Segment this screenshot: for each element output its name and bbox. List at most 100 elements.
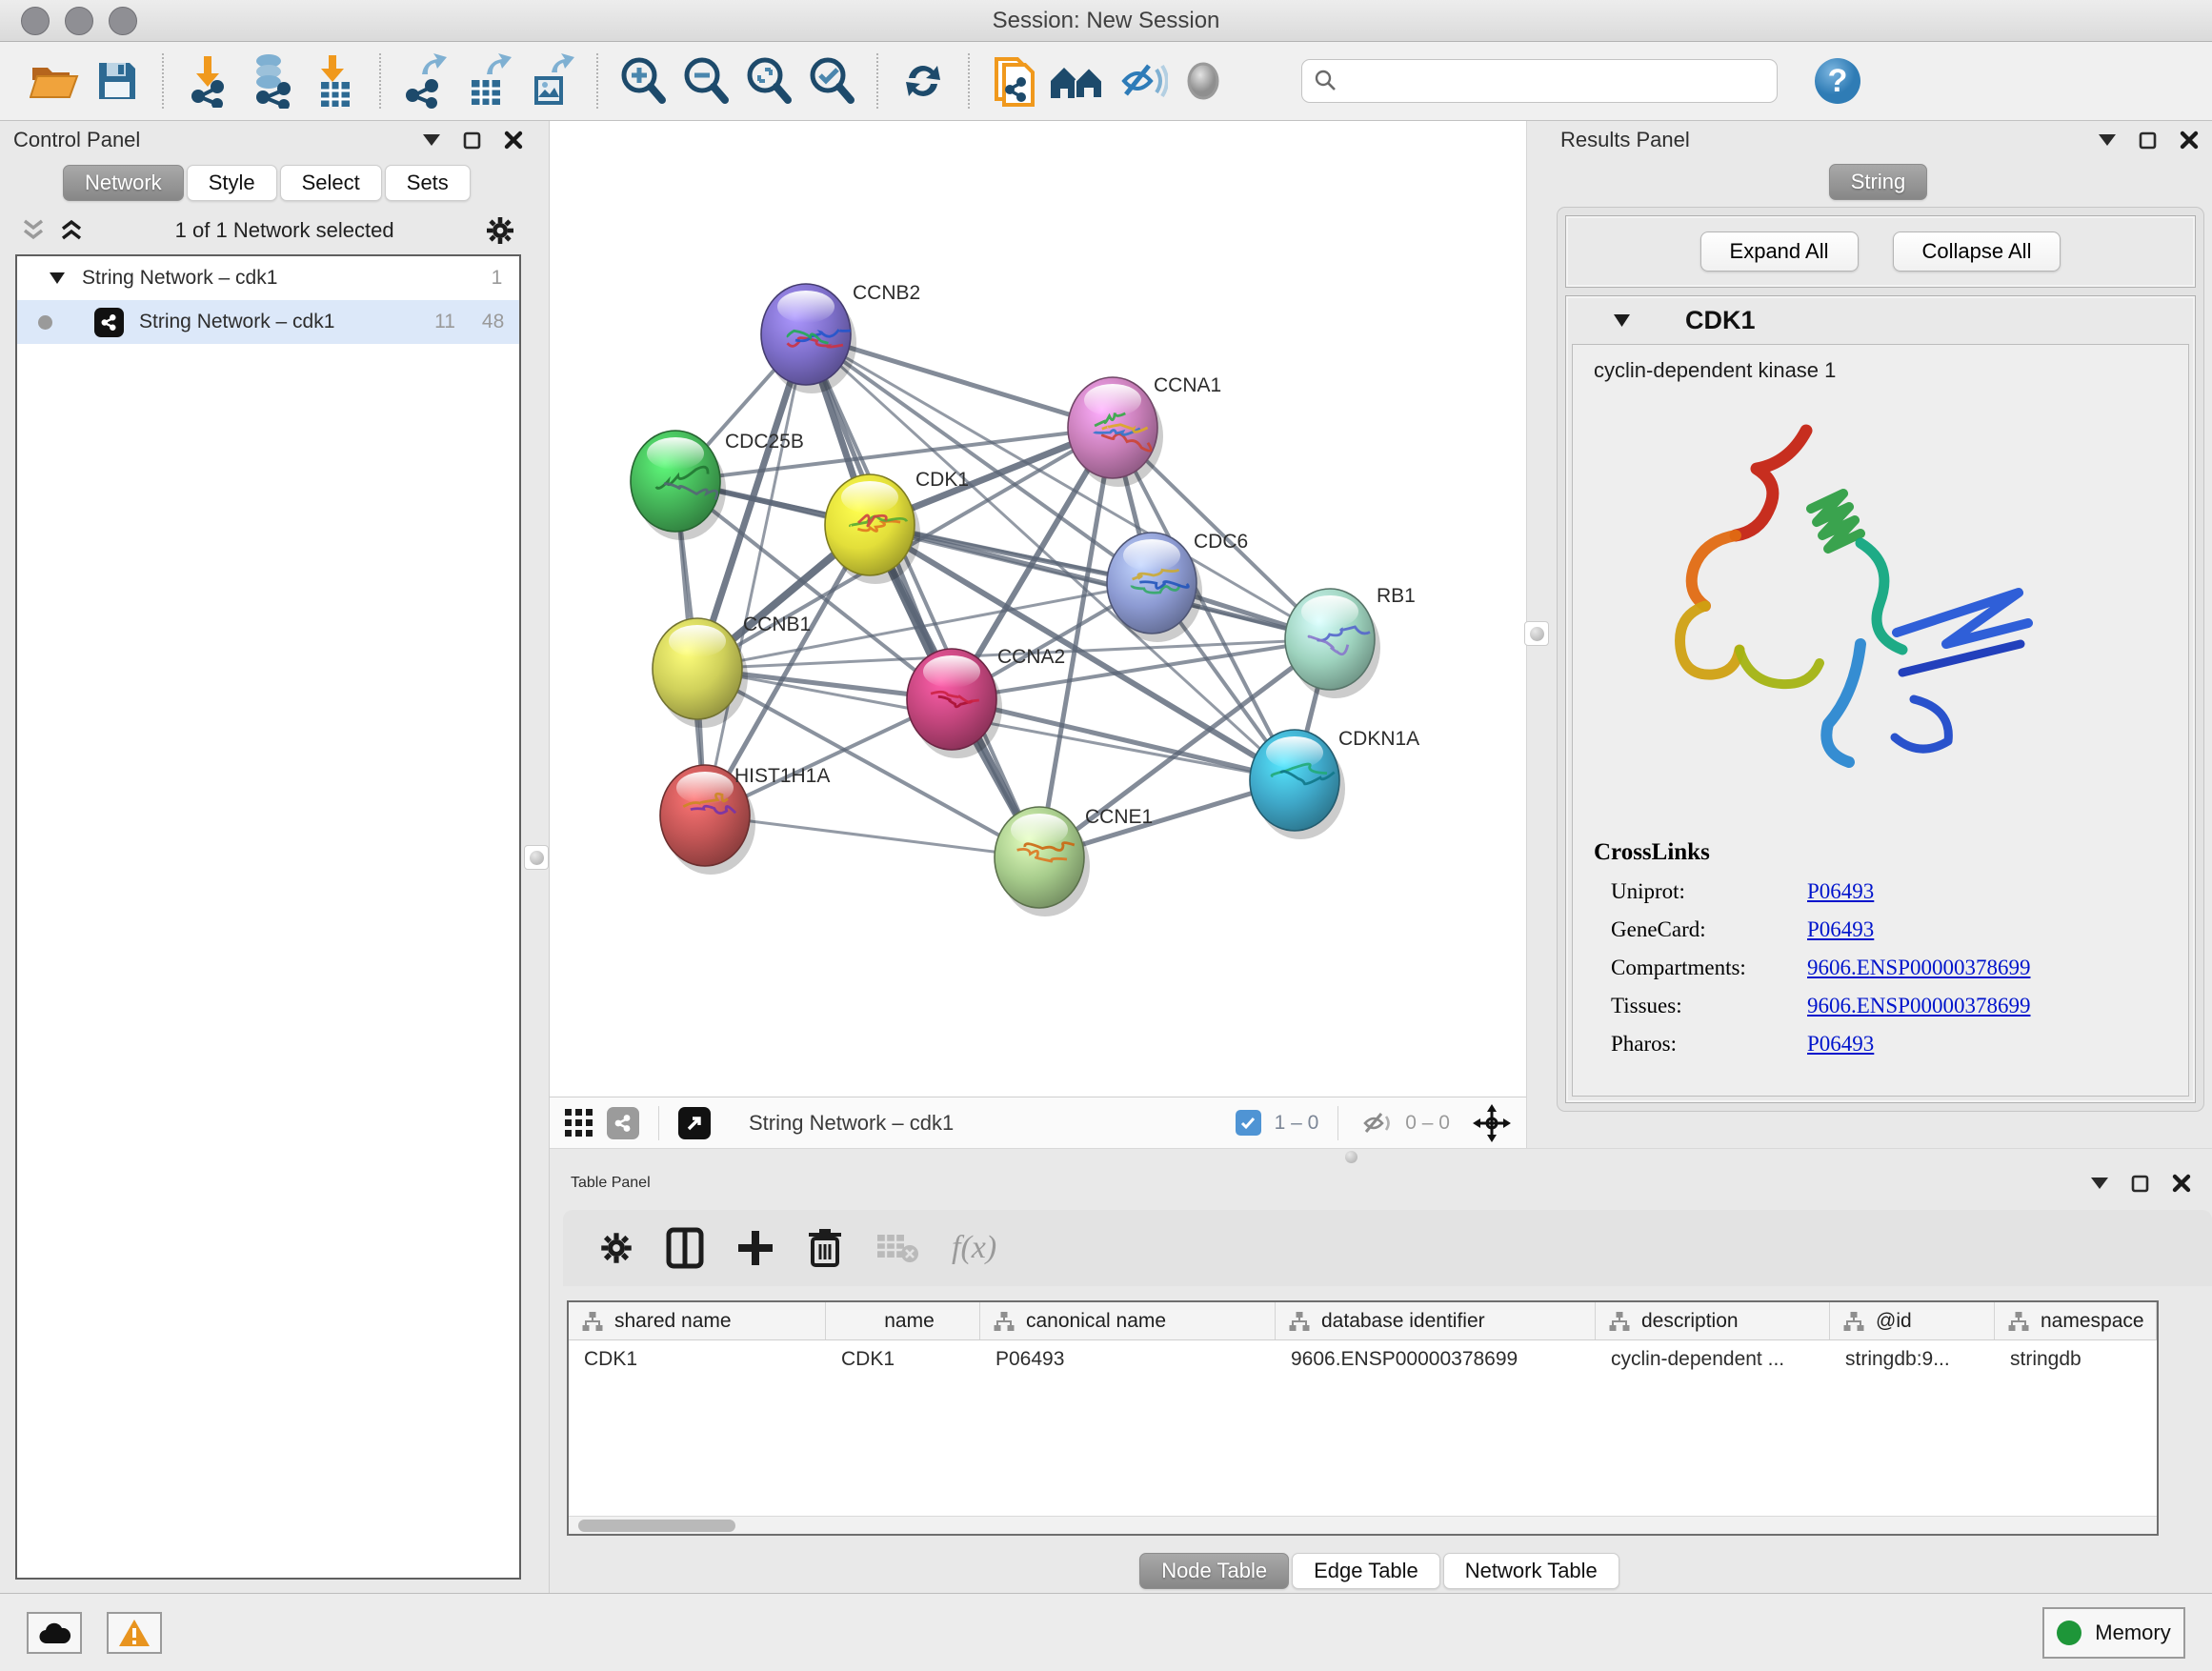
horizontal-splitter-handle[interactable] [1345, 1151, 1357, 1163]
tab-network-table[interactable]: Network Table [1443, 1553, 1619, 1589]
table-cell[interactable]: CDK1 [569, 1340, 826, 1379]
close-panel-icon[interactable] [504, 131, 523, 150]
network-node-CCNA2[interactable]: CCNA2 [907, 646, 1065, 758]
close-panel-icon[interactable] [2172, 1174, 2191, 1193]
tab-style[interactable]: Style [187, 165, 277, 201]
pan-crosshair-icon[interactable] [1473, 1104, 1511, 1142]
export-network-button[interactable] [394, 48, 457, 114]
table-cell[interactable]: CDK1 [826, 1340, 980, 1379]
export-table-button[interactable] [457, 48, 520, 114]
crosslink-link[interactable]: P06493 [1807, 879, 1874, 904]
tab-node-table[interactable]: Node Table [1139, 1553, 1289, 1589]
collapse-all-icon[interactable] [21, 219, 46, 242]
network-collection-row[interactable]: String Network – cdk1 1 [17, 256, 519, 300]
panel-menu-icon[interactable] [2099, 134, 2116, 146]
network-node-CDK1[interactable]: CDK1 [825, 469, 969, 584]
memory-button[interactable]: Memory [2042, 1607, 2185, 1659]
table-cell[interactable]: stringdb [1995, 1340, 2157, 1379]
tab-edge-table[interactable]: Edge Table [1292, 1553, 1440, 1589]
show-all-button[interactable] [1172, 48, 1235, 114]
float-panel-icon[interactable] [463, 131, 481, 150]
right-splitter[interactable] [1526, 121, 1547, 1148]
open-session-button[interactable] [23, 48, 86, 114]
network-node-CDC6[interactable]: CDC6 [1107, 531, 1248, 642]
add-column-icon[interactable] [736, 1229, 774, 1267]
warnings-button[interactable] [107, 1612, 162, 1654]
network-type-toolbar-icon[interactable] [607, 1107, 639, 1139]
zoom-selected-button[interactable] [800, 48, 863, 114]
import-table-file-button[interactable] [303, 48, 366, 114]
network-node-CDKN1A[interactable]: CDKN1A [1250, 728, 1419, 839]
open-in-window-icon[interactable] [678, 1107, 711, 1139]
refresh-layout-button[interactable] [892, 48, 955, 114]
table-cell[interactable]: 9606.ENSP00000378699 [1276, 1340, 1596, 1379]
column-header-canonical-name[interactable]: canonical name [980, 1302, 1276, 1339]
table-cell[interactable]: P06493 [980, 1340, 1276, 1379]
column-header-database-identifier[interactable]: database identifier [1276, 1302, 1596, 1339]
gene-section-header[interactable]: CDK1 [1566, 296, 2195, 344]
zoom-in-button[interactable] [612, 48, 674, 114]
network-node-CCNE1[interactable]: CCNE1 [995, 806, 1153, 916]
tab-sets[interactable]: Sets [385, 165, 471, 201]
network-node-RB1[interactable]: RB1 [1285, 585, 1416, 698]
save-session-button[interactable] [86, 48, 149, 114]
left-splitter-handle[interactable] [524, 845, 549, 870]
expand-all-button[interactable]: Expand All [1700, 232, 1859, 272]
edge-CCNB2-HIST1H1A[interactable] [705, 334, 806, 815]
left-splitter[interactable] [536, 121, 550, 1593]
scrollbar-thumb[interactable] [578, 1520, 735, 1532]
expand-all-icon[interactable] [59, 219, 84, 242]
table-horizontal-scrollbar[interactable] [569, 1516, 2157, 1534]
close-window-button[interactable] [21, 7, 50, 35]
network-node-CDC25B[interactable]: CDC25B [631, 431, 804, 540]
network-node-HIST1H1A[interactable]: HIST1H1A [660, 765, 830, 875]
network-node-CCNB2[interactable]: CCNB2 [761, 282, 920, 393]
first-neighbors-button[interactable] [1046, 48, 1109, 114]
crosslink-link[interactable]: P06493 [1807, 917, 1874, 942]
tab-string[interactable]: String [1829, 164, 1927, 200]
section-collapse-icon[interactable] [1614, 314, 1630, 327]
crosslink-link[interactable]: 9606.ENSP00000378699 [1807, 994, 2031, 1018]
float-panel-icon[interactable] [2131, 1175, 2149, 1193]
import-network-database-button[interactable] [240, 48, 303, 114]
table-row[interactable]: CDK1CDK1P064939606.ENSP00000378699cyclin… [569, 1340, 2157, 1379]
right-splitter-handle[interactable] [1524, 621, 1549, 646]
edge-CCNB2-CCNE1[interactable] [806, 334, 1039, 857]
zoom-out-button[interactable] [674, 48, 737, 114]
table-cell[interactable]: cyclin-dependent ... [1596, 1340, 1830, 1379]
column-header-description[interactable]: description [1596, 1302, 1830, 1339]
birdseye-grid-icon[interactable] [565, 1109, 593, 1137]
table-gear-icon[interactable] [599, 1231, 633, 1265]
crosslink-link[interactable]: 9606.ENSP00000378699 [1807, 956, 2031, 980]
horizontal-splitter[interactable] [550, 1148, 2212, 1164]
column-header-name[interactable]: name [826, 1302, 980, 1339]
tab-network[interactable]: Network [63, 165, 184, 201]
show-columns-icon[interactable] [666, 1227, 704, 1269]
panel-menu-icon[interactable] [423, 134, 440, 146]
tree-expand-icon[interactable] [50, 272, 65, 284]
search-text-field[interactable] [1348, 68, 1765, 94]
column-header-namespace[interactable]: namespace [1995, 1302, 2157, 1339]
collapse-all-button[interactable]: Collapse All [1893, 232, 2061, 272]
column-header-shared-name[interactable]: shared name [569, 1302, 826, 1339]
zoom-fit-button[interactable] [737, 48, 800, 114]
clone-network-button[interactable] [983, 48, 1046, 114]
table-cell[interactable]: stringdb:9... [1830, 1340, 1995, 1379]
import-network-file-button[interactable] [177, 48, 240, 114]
panel-menu-icon[interactable] [2091, 1178, 2108, 1189]
network-row-selected[interactable]: String Network – cdk1 11 48 [17, 300, 519, 344]
network-node-CCNA1[interactable]: CCNA1 [1068, 374, 1221, 487]
column-header--id[interactable]: @id [1830, 1302, 1995, 1339]
close-panel-icon[interactable] [2180, 131, 2199, 150]
selected-checkbox-icon[interactable] [1236, 1110, 1261, 1136]
search-input[interactable] [1301, 59, 1778, 103]
help-button[interactable]: ? [1806, 48, 1869, 114]
gear-icon[interactable] [485, 215, 515, 246]
network-canvas[interactable]: CCNB2CCNA1CDC25BCDK1CDC6RB1CCNB1CCNA2CDK… [550, 121, 1526, 1097]
hide-selected-button[interactable] [1109, 48, 1172, 114]
crosslink-link[interactable]: P06493 [1807, 1032, 1874, 1057]
tab-select[interactable]: Select [280, 165, 382, 201]
cloud-status-button[interactable] [27, 1612, 82, 1654]
export-image-button[interactable] [520, 48, 583, 114]
float-panel-icon[interactable] [2139, 131, 2157, 150]
